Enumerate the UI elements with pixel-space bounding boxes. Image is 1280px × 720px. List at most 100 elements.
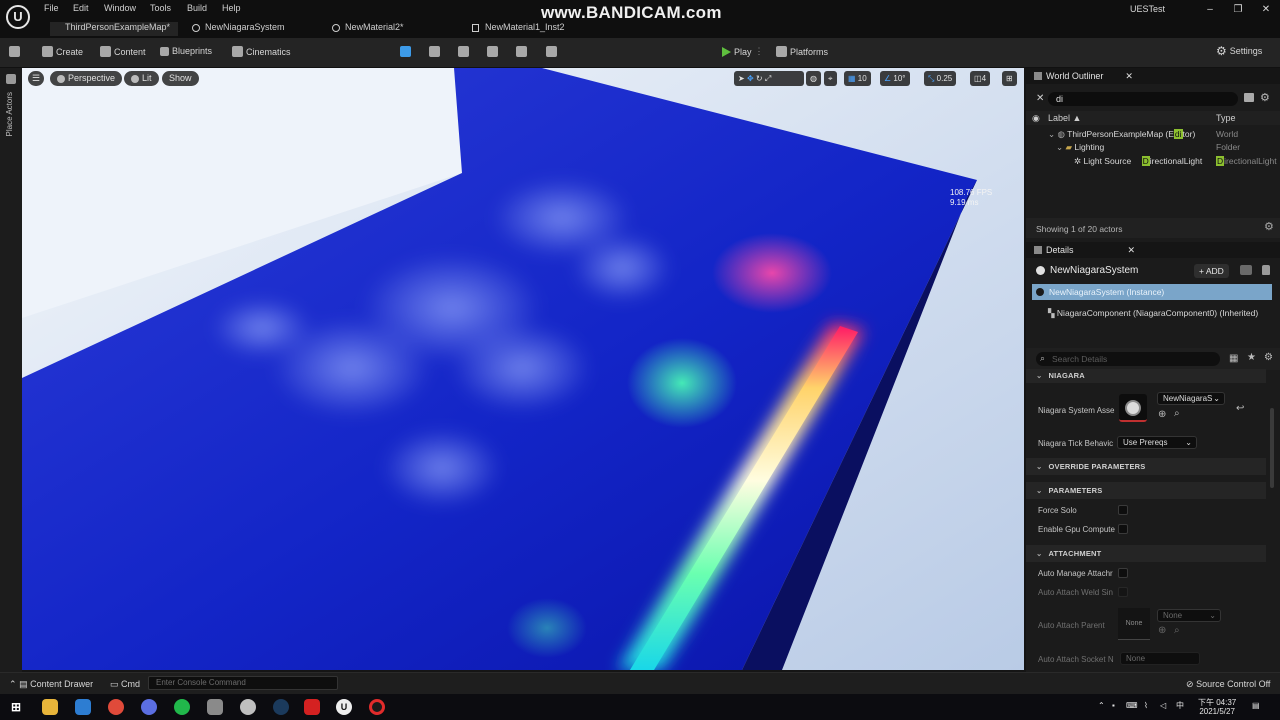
lock-icon[interactable] bbox=[1262, 265, 1270, 275]
cmd-button[interactable]: ▭ Cmd bbox=[110, 679, 140, 690]
chrome-icon[interactable] bbox=[108, 699, 124, 715]
world-local-button[interactable]: ◍ bbox=[806, 71, 821, 86]
play-button[interactable]: Play ⋮ bbox=[722, 46, 764, 57]
browse-parent-icon[interactable]: ⌕ bbox=[1174, 625, 1180, 636]
perspective-button[interactable]: Perspective bbox=[50, 71, 123, 86]
asset-picker-dropdown[interactable]: NewNiagaraS ⌄ bbox=[1157, 392, 1225, 405]
auto-attach-weld-checkbox[interactable] bbox=[1118, 587, 1128, 597]
scale-tool-icon[interactable]: ⤢ bbox=[765, 74, 771, 83]
pick-parent-icon[interactable]: ⊕ bbox=[1158, 625, 1166, 636]
mesh-paint-mode-button[interactable] bbox=[487, 46, 498, 57]
label-column-header[interactable]: Label ▲ bbox=[1048, 113, 1081, 123]
content-button[interactable]: Content bbox=[100, 46, 146, 57]
category-attachment[interactable]: ⌄ ATTACHMENT bbox=[1026, 545, 1266, 562]
fracture-mode-button[interactable] bbox=[546, 46, 557, 57]
outliner-search-input[interactable]: di bbox=[1048, 92, 1238, 106]
tab-new-material2[interactable]: NewMaterial2* bbox=[330, 22, 460, 36]
create-button[interactable]: Create bbox=[42, 46, 83, 57]
store-icon[interactable] bbox=[75, 699, 91, 715]
tab-new-material1-inst2[interactable]: NewMaterial1_Inst2 bbox=[470, 22, 600, 36]
menu-build[interactable]: Build bbox=[187, 3, 207, 13]
close-outliner-icon[interactable]: ✕ bbox=[1125, 71, 1133, 82]
play-options-icon[interactable]: ⋮ bbox=[755, 46, 764, 57]
show-button[interactable]: Show bbox=[162, 71, 199, 86]
adobe-icon[interactable] bbox=[304, 699, 320, 715]
socket-name-field[interactable]: None bbox=[1120, 652, 1200, 665]
close-button[interactable]: ✕ bbox=[1256, 4, 1276, 15]
keyboard-icon[interactable]: ⌨ bbox=[1126, 701, 1138, 710]
maximize-button[interactable]: ❐ bbox=[1228, 4, 1248, 15]
tab-third-person-map[interactable]: ThirdPersonExampleMap* bbox=[50, 22, 178, 36]
place-actors-tab[interactable]: Place Actors bbox=[5, 92, 14, 136]
foliage-mode-button[interactable] bbox=[458, 46, 469, 57]
add-folder-icon[interactable] bbox=[1244, 93, 1254, 102]
component-instance-row[interactable]: NewNiagaraSystem (Instance) bbox=[1032, 284, 1272, 300]
clock[interactable]: 下午 04:37 2021/5/27 bbox=[1198, 698, 1236, 716]
expand-arrow-icon[interactable]: ⌄ bbox=[1048, 129, 1055, 139]
surface-snap-button[interactable]: ⌖ bbox=[824, 71, 837, 86]
menu-file[interactable]: File bbox=[44, 3, 59, 13]
menu-edit[interactable]: Edit bbox=[73, 3, 89, 13]
view-options-icon[interactable]: ⚙ bbox=[1264, 220, 1274, 233]
cinematics-button[interactable]: Cinematics bbox=[232, 46, 291, 57]
visibility-eye-icon[interactable]: ◉ bbox=[1032, 113, 1040, 124]
lit-button[interactable]: Lit bbox=[124, 71, 159, 86]
property-matrix-icon[interactable]: ▦ bbox=[1229, 353, 1238, 364]
world-outliner-tab[interactable]: World Outliner ✕ bbox=[1026, 68, 1280, 84]
auto-manage-attachment-checkbox[interactable] bbox=[1118, 568, 1128, 578]
camera-speed-button[interactable]: ◫4 bbox=[970, 71, 991, 86]
tray-chevron-icon[interactable]: ⌃ bbox=[1098, 701, 1105, 710]
line-icon[interactable] bbox=[174, 699, 190, 715]
console-command-input[interactable]: Enter Console Command bbox=[148, 676, 338, 690]
category-parameters[interactable]: ⌄ PARAMETERS bbox=[1026, 482, 1266, 499]
settings-button[interactable]: ⚙ Settings bbox=[1216, 45, 1262, 57]
epic-games-icon[interactable] bbox=[240, 699, 256, 715]
notification-icon[interactable]: ▤ bbox=[1252, 701, 1260, 710]
scale-snap-button[interactable]: ⤡ 0.25 bbox=[924, 71, 957, 86]
network-icon[interactable]: ⌇ bbox=[1144, 701, 1148, 710]
maximize-viewport-button[interactable]: ⊞ bbox=[1002, 71, 1017, 86]
translate-tool-icon[interactable]: ✥ bbox=[747, 74, 754, 83]
landscape-mode-button[interactable] bbox=[429, 46, 440, 57]
parent-dropdown[interactable]: None ⌄ bbox=[1157, 609, 1221, 622]
browse-asset-icon[interactable]: ⌕ bbox=[1174, 408, 1180, 419]
grid-snap-button[interactable]: ▦ 10 bbox=[844, 71, 871, 86]
transform-tools[interactable]: ➤ ✥ ↻ ⤢ bbox=[734, 71, 804, 86]
outliner-row-lighting[interactable]: ⌄ ▰ Lighting bbox=[1056, 141, 1104, 154]
outliner-settings-icon[interactable]: ⚙ bbox=[1260, 91, 1270, 104]
unreal-logo-icon[interactable]: U bbox=[6, 5, 30, 29]
rotation-snap-button[interactable]: ∠ 10° bbox=[880, 71, 910, 86]
file-explorer-icon[interactable] bbox=[42, 699, 58, 715]
windows-start-icon[interactable]: ⊞ bbox=[8, 699, 24, 715]
details-scrollbar[interactable] bbox=[1270, 408, 1274, 488]
outliner-row-map[interactable]: ⌄ ◍ ThirdPersonExampleMap (Editor) bbox=[1048, 128, 1195, 141]
details-settings-icon[interactable]: ⚙ bbox=[1264, 352, 1273, 363]
tray-app-icon[interactable]: ▪ bbox=[1112, 701, 1115, 710]
place-actors-icon[interactable] bbox=[6, 74, 16, 84]
expand-arrow-icon[interactable]: ⌄ bbox=[1056, 142, 1063, 152]
menu-window[interactable]: Window bbox=[104, 3, 136, 13]
minimize-button[interactable]: – bbox=[1200, 4, 1220, 15]
tick-behavior-dropdown[interactable]: Use Prereqs ⌄ bbox=[1117, 436, 1197, 449]
details-tab[interactable]: Details ✕ bbox=[1026, 242, 1280, 258]
niagara-component-row[interactable]: ▚ NiagaraComponent (NiagaraComponent0) (… bbox=[1048, 307, 1258, 320]
ime-icon[interactable]: 中 bbox=[1176, 701, 1184, 710]
parent-thumbnail[interactable]: None bbox=[1118, 608, 1150, 640]
level-viewport[interactable]: ☰ Perspective Lit Show ➤ ✥ ↻ ⤢ ◍ ⌖ ▦ 10 … bbox=[22, 68, 1024, 670]
clear-search-icon[interactable]: ✕ bbox=[1036, 93, 1046, 104]
select-mode-button[interactable] bbox=[400, 46, 411, 57]
platforms-button[interactable]: Platforms bbox=[776, 46, 828, 57]
volume-icon[interactable]: ◁ bbox=[1160, 701, 1166, 710]
discord-icon[interactable] bbox=[141, 699, 157, 715]
content-drawer-button[interactable]: ⌃ ▤ Content Drawer bbox=[9, 679, 93, 690]
outliner-row-light-source[interactable]: ✲ Light Source DirectionalLight bbox=[1074, 155, 1202, 168]
bandicam-record-icon[interactable] bbox=[369, 699, 385, 715]
save-button[interactable] bbox=[9, 46, 20, 57]
steam-icon[interactable] bbox=[273, 699, 289, 715]
category-niagara[interactable]: ⌄ NIAGARA bbox=[1026, 369, 1266, 383]
viewport-menu-button[interactable]: ☰ bbox=[28, 71, 44, 86]
rotate-tool-icon[interactable]: ↻ bbox=[756, 74, 763, 83]
favorites-star-icon[interactable]: ★ bbox=[1247, 352, 1256, 363]
unreal-taskbar-icon[interactable]: U bbox=[336, 699, 352, 715]
menu-help[interactable]: Help bbox=[222, 3, 241, 13]
